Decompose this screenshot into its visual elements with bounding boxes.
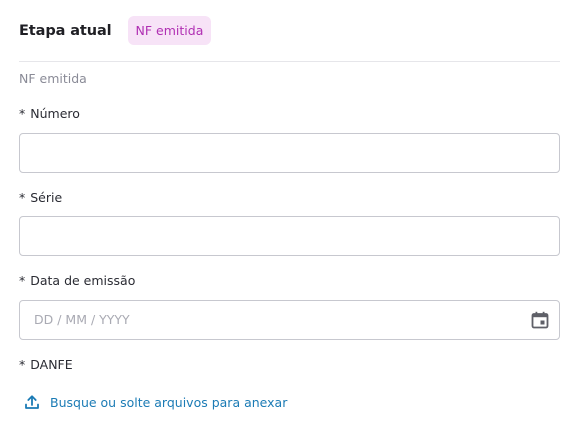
- date-placeholder: DD / MM / YYYY: [34, 312, 130, 327]
- numero-input[interactable]: [19, 133, 560, 173]
- data-emissao-label: * Data de emissão: [19, 273, 135, 288]
- numero-label-text: Número: [30, 106, 80, 121]
- danfe-label-text: DANFE: [30, 357, 73, 372]
- upload-label: Busque ou solte arquivos para anexar: [50, 394, 288, 410]
- required-mark: *: [19, 190, 26, 205]
- required-mark: *: [19, 357, 26, 372]
- numero-label: * Número: [19, 106, 80, 121]
- upload-icon: [25, 395, 39, 409]
- danfe-label: * DANFE: [19, 357, 73, 372]
- required-mark: *: [19, 273, 26, 288]
- divider: [19, 61, 560, 62]
- upload-files-link[interactable]: Busque ou solte arquivos para anexar: [24, 394, 287, 410]
- current-stage-header: Etapa atual NF emitida: [19, 16, 212, 45]
- serie-input[interactable]: [19, 216, 560, 256]
- serie-label-text: Série: [30, 190, 63, 205]
- current-stage-title: Etapa atual: [19, 22, 112, 39]
- stage-badge: NF emitida: [127, 16, 212, 45]
- data-emissao-label-text: Data de emissão: [30, 273, 136, 288]
- data-emissao-input[interactable]: DD / MM / YYYY: [19, 300, 560, 340]
- required-mark: *: [19, 106, 26, 121]
- section-label: NF emitida: [19, 71, 87, 86]
- calendar-icon[interactable]: [531, 311, 549, 329]
- serie-label: * Série: [19, 190, 62, 205]
